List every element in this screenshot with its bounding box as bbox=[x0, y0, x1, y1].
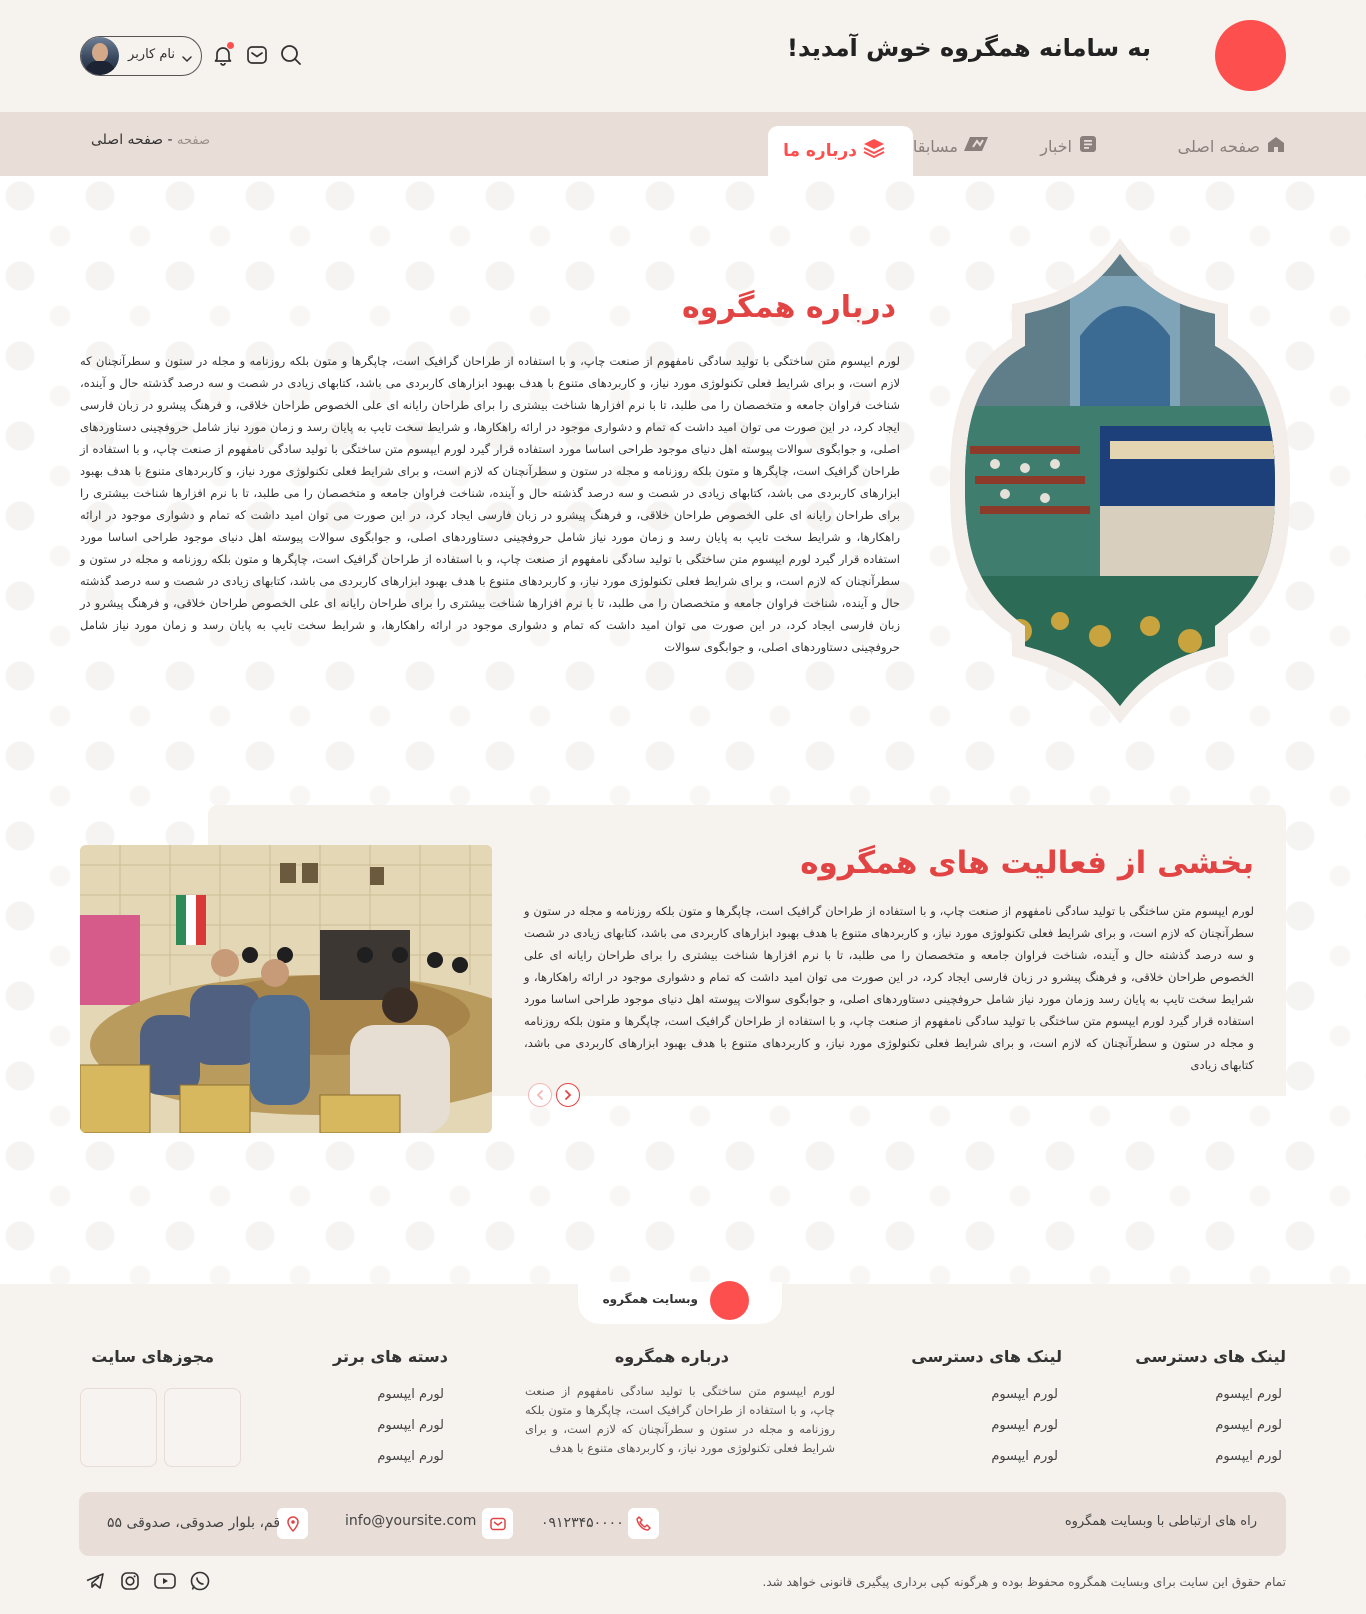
footer-col-title: دسته های برتر bbox=[332, 1347, 448, 1366]
breadcrumb-separator: - bbox=[167, 132, 173, 148]
slider-prev-button[interactable] bbox=[528, 1083, 552, 1107]
instagram-icon[interactable] bbox=[117, 1568, 143, 1594]
about-photo-frame bbox=[950, 236, 1290, 726]
youtube-icon[interactable] bbox=[152, 1568, 178, 1594]
footer-link[interactable]: لورم ایپسوم bbox=[1215, 1387, 1282, 1402]
contact-label: راه های ارتباطی با وبسایت همگروه bbox=[1064, 1514, 1257, 1529]
layers-icon bbox=[863, 138, 885, 163]
notification-bell-icon[interactable] bbox=[212, 42, 234, 66]
user-menu-button[interactable]: نام کاربر bbox=[80, 36, 202, 76]
contact-email[interactable]: info@yoursite.com bbox=[345, 1513, 476, 1529]
activities-title: بخشی از فعالیت های همگروه bbox=[800, 845, 1254, 881]
search-icon[interactable] bbox=[280, 44, 302, 66]
telegram-icon[interactable] bbox=[82, 1568, 108, 1594]
footer-link[interactable]: لورم ایپسوم bbox=[1215, 1418, 1282, 1433]
breadcrumb-current: صفحه اصلی bbox=[91, 132, 164, 148]
license-badge[interactable] bbox=[80, 1388, 157, 1467]
footer-brand-name: وبسایت همگروه bbox=[602, 1292, 698, 1306]
nav-item-news[interactable]: اخبار bbox=[1040, 134, 1098, 158]
footer-link[interactable]: لورم ایپسوم bbox=[377, 1418, 444, 1433]
footer-about-text: لورم ایپسوم متن ساختگی با تولید سادگی نا… bbox=[525, 1384, 835, 1455]
avatar bbox=[81, 37, 119, 75]
footer-col-title: لینک های دسترسی bbox=[911, 1347, 1062, 1366]
breadcrumb-root[interactable]: صفحه bbox=[177, 133, 210, 148]
footer-logo[interactable] bbox=[710, 1281, 749, 1320]
user-name: نام کاربر bbox=[128, 47, 175, 62]
breadcrumb: صفحه - صفحه اصلی bbox=[91, 132, 210, 148]
contact-address: قم، بلوار صدوقی، صدوقی ۵۵ bbox=[107, 1515, 281, 1531]
home-icon bbox=[1266, 134, 1286, 158]
phone-icon bbox=[628, 1508, 659, 1539]
nav-label: اخبار bbox=[1040, 136, 1072, 156]
chevron-left-icon bbox=[536, 1090, 543, 1100]
license-badge[interactable] bbox=[164, 1388, 241, 1467]
footer-col-title: لینک های دسترسی bbox=[1135, 1347, 1286, 1366]
email-icon bbox=[482, 1508, 513, 1539]
footer-link[interactable]: لورم ایپسوم bbox=[377, 1387, 444, 1402]
nav-item-home[interactable]: صفحه اصلی bbox=[1178, 134, 1286, 158]
activities-photo bbox=[80, 845, 492, 1133]
main-nav: صفحه اصلی اخبار مسابقات درباره ما صفحه -… bbox=[0, 112, 1366, 176]
competition-icon bbox=[964, 134, 990, 158]
notification-dot bbox=[227, 42, 234, 49]
contact-phone[interactable]: ۰۹۱۲۳۴۵۰۰۰۰ bbox=[541, 1515, 624, 1531]
site-logo[interactable] bbox=[1215, 20, 1286, 91]
footer-col-title: مجوزهای سایت bbox=[91, 1347, 214, 1366]
chevron-right-icon bbox=[565, 1090, 572, 1100]
about-body: لورم ایپسوم متن ساختگی با تولید سادگی نا… bbox=[80, 354, 900, 654]
location-icon bbox=[277, 1508, 308, 1539]
chevron-down-icon bbox=[181, 50, 193, 69]
nav-label: صفحه اصلی bbox=[1177, 136, 1260, 156]
nav-item-about[interactable]: درباره ما bbox=[768, 126, 913, 176]
site-header: به سامانه همگروه خوش آمدید! نام کاربر bbox=[0, 0, 1366, 112]
footer-link[interactable]: لورم ایپسوم bbox=[991, 1387, 1058, 1402]
footer-link[interactable]: لورم ایپسوم bbox=[991, 1449, 1058, 1464]
whatsapp-icon[interactable] bbox=[187, 1568, 213, 1594]
mail-icon[interactable] bbox=[246, 44, 268, 66]
slider-next-button[interactable] bbox=[556, 1083, 580, 1107]
footer-link[interactable]: لورم ایپسوم bbox=[377, 1449, 444, 1464]
welcome-title: به سامانه همگروه خوش آمدید! bbox=[787, 34, 1151, 62]
footer-link[interactable]: لورم ایپسوم bbox=[991, 1418, 1058, 1433]
activities-body: لورم ایپسوم متن ساختگی با تولید سادگی نا… bbox=[524, 904, 1254, 1072]
footer-link[interactable]: لورم ایپسوم bbox=[1215, 1449, 1282, 1464]
nav-label: درباره ما bbox=[783, 140, 857, 161]
footer-col-title: درباره همگروه bbox=[614, 1347, 729, 1366]
news-icon bbox=[1078, 134, 1098, 158]
copyright-text: تمام حقوق این سایت برای وبسایت همگروه مح… bbox=[762, 1575, 1286, 1589]
about-title: درباره همگروه bbox=[682, 290, 896, 325]
